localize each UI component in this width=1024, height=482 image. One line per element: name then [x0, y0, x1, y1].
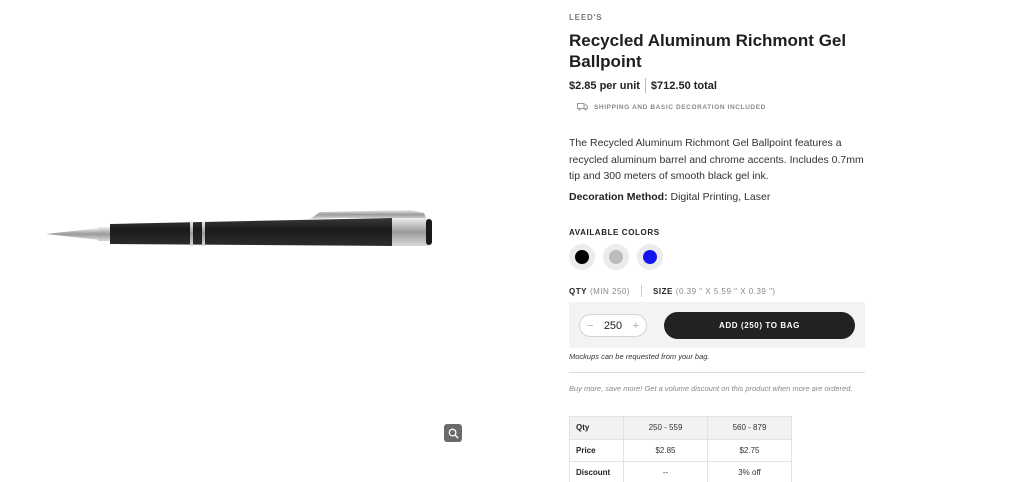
- price-total: $712.50 total: [650, 79, 717, 92]
- color-dot-silver: [609, 250, 623, 264]
- volume-pricing-table: Qty 250 - 559 560 - 879 Price $2.85 $2.7…: [569, 416, 792, 482]
- qty-min: (MIN 250): [589, 286, 631, 296]
- size-value: (0.39 " X 5.59 " X 0.39 "): [675, 286, 776, 296]
- volume-discount-note: Buy more, save more! Get a volume discou…: [569, 384, 853, 393]
- price-row: $2.85 per unit $712.50 total: [569, 78, 717, 93]
- decrement-button[interactable]: −: [587, 320, 593, 332]
- table-cell: Discount: [569, 461, 624, 482]
- table-row: Qty 250 - 559 560 - 879: [569, 416, 792, 440]
- shipping-note: SHIPPING AND BASIC DECORATION INCLUDED: [577, 103, 766, 111]
- table-cell: $2.85: [623, 438, 708, 462]
- color-dot-blue: [643, 250, 657, 264]
- qty-size-divider: [641, 285, 643, 297]
- color-swatches: [569, 244, 663, 270]
- increment-button[interactable]: +: [633, 320, 639, 332]
- decoration-value: Digital Printing, Laser: [670, 191, 771, 203]
- color-dot-black: [575, 250, 589, 264]
- price-divider: [644, 78, 646, 93]
- price-per-unit: $2.85 per unit: [569, 79, 640, 92]
- mockup-note: Mockups can be requested from your bag.: [569, 352, 710, 361]
- table-row: Discount -- 3% off: [569, 461, 792, 482]
- quantity-input[interactable]: [598, 319, 628, 332]
- color-swatch-black[interactable]: [569, 244, 595, 270]
- truck-icon: [577, 103, 588, 111]
- buy-box: − + ADD (250) TO BAG: [569, 302, 865, 348]
- add-to-bag-button[interactable]: ADD (250) TO BAG: [664, 312, 855, 339]
- brand-name: LEED'S: [569, 13, 603, 22]
- shipping-note-text: SHIPPING AND BASIC DECORATION INCLUDED: [594, 103, 766, 111]
- colors-label: AVAILABLE COLORS: [569, 228, 660, 237]
- table-cell: 250 - 559: [623, 416, 708, 440]
- qty-size-row: QTY (MIN 250) SIZE (0.39 " X 5.59 " X 0.…: [569, 285, 776, 297]
- product-description: The Recycled Aluminum Richmont Gel Ballp…: [569, 137, 864, 182]
- size-label: SIZE: [653, 286, 673, 296]
- table-cell: $2.75: [707, 438, 792, 462]
- product-title: Recycled Aluminum Richmont Gel Ballpoint: [569, 31, 847, 71]
- table-cell: Qty: [569, 416, 624, 440]
- magnifier-icon: [448, 428, 459, 439]
- divider: [569, 372, 865, 373]
- product-image-pen: [46, 210, 432, 246]
- zoom-button[interactable]: [444, 424, 462, 442]
- color-swatch-blue[interactable]: [637, 244, 663, 270]
- table-cell: --: [623, 461, 708, 482]
- quantity-stepper: − +: [579, 314, 647, 337]
- color-swatch-silver[interactable]: [603, 244, 629, 270]
- table-cell: Price: [569, 438, 624, 462]
- product-image-pane: [0, 0, 520, 482]
- table-cell: 560 - 879: [707, 416, 792, 440]
- decoration-method: Decoration Method: Digital Printing, Las…: [569, 191, 770, 203]
- table-row: Price $2.85 $2.75: [569, 438, 792, 462]
- qty-label: QTY: [569, 286, 587, 296]
- table-cell: 3% off: [707, 461, 792, 482]
- decoration-label: Decoration Method:: [569, 191, 668, 203]
